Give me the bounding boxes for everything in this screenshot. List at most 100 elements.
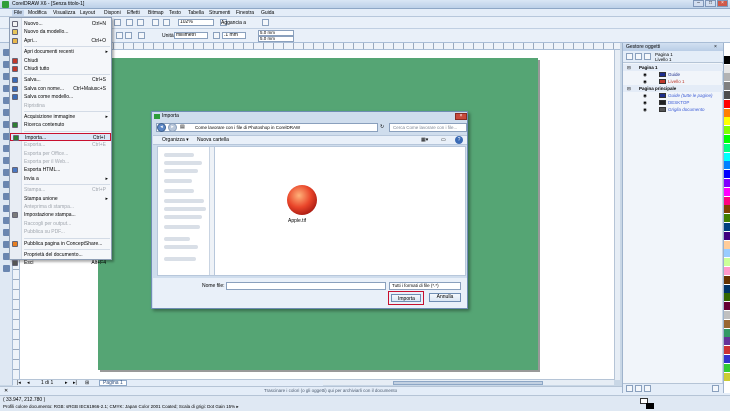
tree-layer-node[interactable]: ◉ Guide [623,71,723,78]
palette-swatch[interactable] [724,47,730,55]
palette-swatch[interactable] [724,187,730,196]
palette-swatch[interactable] [724,372,730,381]
units-combo[interactable]: millimetri [174,32,208,39]
new-layer-icon[interactable] [626,385,633,392]
preview-pane-icon[interactable]: ▭ [441,137,446,143]
palette-swatch[interactable] [724,161,730,170]
nav-item[interactable] [164,207,206,211]
menu-file[interactable]: File [12,10,25,16]
palette-swatch[interactable] [724,179,730,187]
filename-input[interactable] [226,282,386,290]
nav-item[interactable] [164,199,204,203]
palette-swatch[interactable] [724,249,730,258]
palette-swatch[interactable] [724,293,730,302]
menu-testo[interactable]: Testo [169,10,181,16]
portrait-icon[interactable] [116,32,123,39]
palette-swatch[interactable] [724,214,730,223]
horizontal-scrollbar[interactable] [323,379,614,385]
menu-finestra[interactable]: Finestra [236,10,254,16]
palette-swatch[interactable] [724,196,730,205]
import-toolbar-icon[interactable] [152,19,159,26]
nudge-field[interactable]: .1 mm [222,32,246,39]
visibility-eye-icon[interactable]: ◉ [643,92,647,99]
file-menu-acquisizione-immagine[interactable]: Acquisizione immagine ▸ [10,113,111,121]
menu-effetti[interactable]: Effetti [127,10,140,16]
palette-swatch[interactable] [724,135,730,143]
palette-swatch[interactable] [724,143,730,152]
horizontal-scroll-thumb[interactable] [393,381,543,385]
close-window-button[interactable]: × [717,0,728,7]
file-menu-salva[interactable]: Salva... Ctrl+S [10,76,111,84]
import-button[interactable]: Importa [388,291,424,305]
dialog-close-button[interactable]: × [455,113,467,120]
filetype-select[interactable]: Tutti i formati di file (*.*) [389,282,461,290]
palette-swatch[interactable] [724,275,730,284]
layer-color-swatch[interactable] [659,107,666,112]
options-gear-icon[interactable] [262,19,269,26]
nav-item[interactable] [164,257,196,261]
visibility-eye-icon[interactable]: ◉ [643,71,647,78]
palette-swatch[interactable] [724,355,730,363]
all-pages-icon[interactable] [138,32,145,39]
tree-page-node[interactable]: ⊟ Pagina 1 [623,64,723,71]
address-bar[interactable]: Come lavorare con i file di Photoshop in… [156,123,378,132]
snap-to-dropdown[interactable]: Aggancia a [221,20,246,26]
help-icon[interactable]: ? [455,136,463,144]
snap-toggle-icon[interactable]: ✕ [4,388,8,394]
file-menu-stampa-unione[interactable]: Stampa unione ▸ [10,195,111,203]
show-properties-icon[interactable] [626,53,633,60]
layer-color-swatch[interactable] [659,100,666,105]
palette-swatch[interactable] [724,311,730,319]
back-arrow-icon[interactable]: ◂ [157,123,166,132]
palette-swatch[interactable] [724,267,730,275]
file-menu-ricerca-contenuto[interactable]: Ricerca contenuto [10,121,111,129]
file-menu-salva-come-modello[interactable]: Salva come modello... [10,93,111,101]
palette-swatch[interactable] [724,258,730,267]
file-menu-pubblica-pagina-in-conceptshare[interactable]: Pubblica pagina in ConceptShare... [10,240,111,248]
file-menu-chiudi[interactable]: Chiudi [10,57,111,65]
nav-item[interactable] [164,161,202,165]
docker-close-icon[interactable]: × [714,44,717,50]
file-menu-impostazione-stampa[interactable]: Impostazione stampa... [10,211,111,219]
color-profile-info[interactable]: Profili colore documento: RGB: sRGB IEC6… [3,404,239,410]
palette-swatch[interactable] [724,170,730,179]
visibility-eye-icon[interactable]: ◉ [643,106,647,113]
menu-visualizza[interactable]: Visualizza [53,10,75,16]
tree-layer-node[interactable]: ◉ Livello 1 [623,78,723,85]
tree-page-node[interactable]: ⊟ Pagina principale [623,85,723,92]
palette-swatch[interactable] [724,240,730,249]
palette-swatch[interactable] [724,99,730,108]
paste-icon[interactable] [114,19,121,26]
cancel-button[interactable]: Annulla [429,293,461,302]
palette-swatch[interactable] [724,126,730,135]
menu-tabella[interactable]: Tabella [188,10,204,16]
layer-manager-view-icon[interactable] [644,53,651,60]
landscape-icon[interactable] [125,32,132,39]
nav-item[interactable] [164,169,198,173]
file-menu-importa[interactable]: Importa... Ctrl+I [10,132,111,141]
new-master-all-pages-icon[interactable] [644,385,651,392]
palette-swatch[interactable] [724,223,730,231]
visibility-eye-icon[interactable]: ◉ [643,99,647,106]
organize-menu[interactable]: Organizza ▾ [162,137,189,143]
search-field[interactable]: Cerca Come lavorare con i file... [389,123,467,132]
import-button-label[interactable]: Importa [391,294,421,302]
refresh-icon[interactable]: ↻ [380,124,384,130]
palette-swatch[interactable] [724,117,730,126]
new-master-layer-icon[interactable] [635,385,642,392]
menu-modifica[interactable]: Modifica [28,10,47,16]
nav-item[interactable] [164,245,198,249]
palette-swatch[interactable] [724,284,730,293]
palette-swatch[interactable] [724,64,730,73]
layer-color-swatch[interactable] [659,79,666,84]
maximize-button[interactable]: □ [705,0,716,7]
file-menu-proprietà-del-documento[interactable]: Proprietà del documento... [10,251,111,259]
nav-item[interactable] [164,179,192,183]
redo-icon[interactable] [137,19,144,26]
palette-swatch[interactable] [724,108,730,117]
visibility-eye-icon[interactable]: ◉ [643,78,647,85]
vertical-scrollbar[interactable] [614,50,620,380]
palette-swatch[interactable] [724,337,730,346]
tree-layer-node[interactable]: ◉ Griglia documento [623,106,723,113]
file-menu-nuovo[interactable]: Nuovo... Ctrl+N [10,20,111,28]
